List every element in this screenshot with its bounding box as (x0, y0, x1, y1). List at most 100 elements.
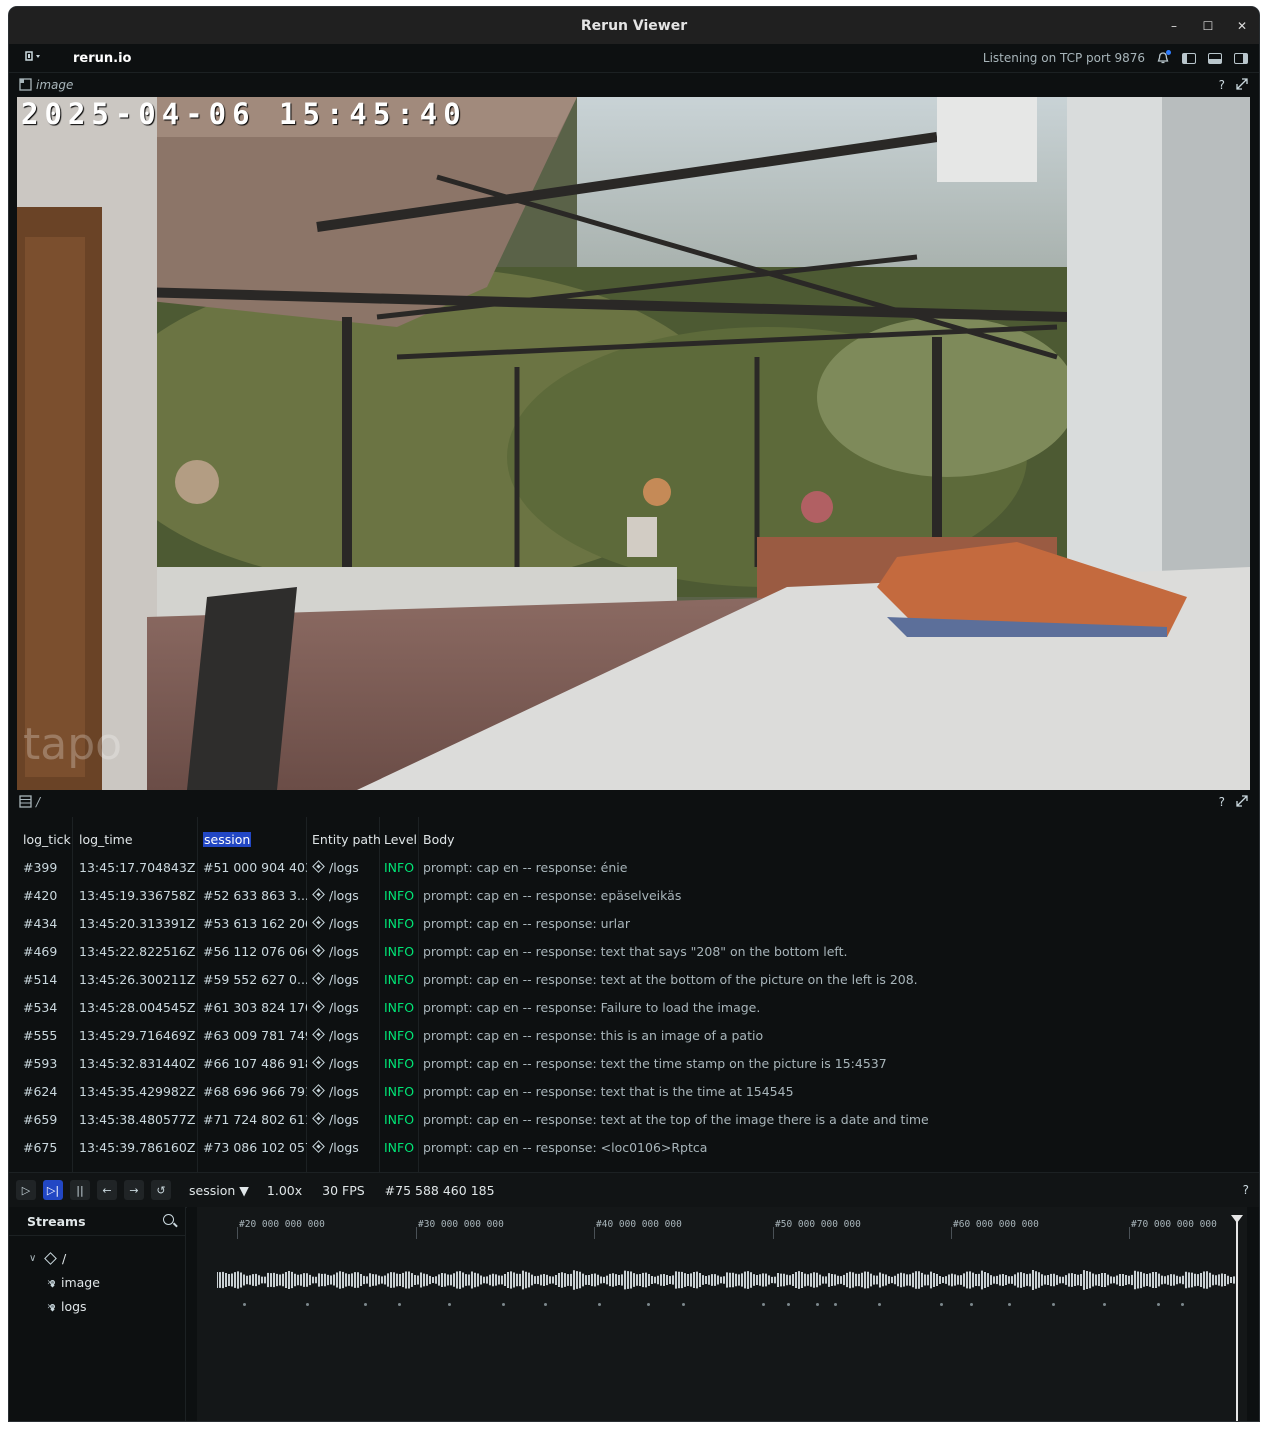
image-view-help-button[interactable]: ? (1219, 78, 1225, 92)
log-event-marker[interactable] (502, 1303, 505, 1306)
log-event-marker[interactable] (834, 1303, 837, 1306)
table-row[interactable]: #593 13:45:32.831440Z #66 107 486 918/logs… (19, 1049, 1249, 1077)
cell-entity-path[interactable]: /logs (312, 860, 384, 875)
tree-item-root[interactable]: ∨ / (29, 1251, 66, 1266)
table-row[interactable]: #420 13:45:19.336758Z #52 633 863 3... /log… (19, 881, 1249, 909)
timeline-canvas[interactable]: #20 000 000 000 #30 000 000 000 #40 000 00… (197, 1207, 1247, 1421)
rerun-menu-icon[interactable] (23, 49, 45, 67)
cell-entity-path[interactable]: /logs (312, 1084, 384, 1099)
log-event-marker[interactable] (1052, 1303, 1055, 1306)
cell-entity-path[interactable]: /logs (312, 1028, 384, 1043)
logs-view-help-button[interactable]: ? (1219, 795, 1225, 809)
camera-image[interactable]: 2025-04-06 15:45:40 tapo (17, 97, 1250, 790)
cell-entity-path[interactable]: /logs (312, 916, 384, 931)
log-event-marker[interactable] (243, 1303, 246, 1306)
cell-log-time: 13:45:28.004545Z (79, 999, 196, 1015)
play-button[interactable]: ▷ (16, 1180, 36, 1200)
step-back-button[interactable]: ← (97, 1180, 117, 1200)
image-view-title[interactable]: image (36, 78, 73, 92)
timeline-selector[interactable]: session ▼ (189, 1183, 249, 1198)
log-event-marker[interactable] (544, 1303, 547, 1306)
log-event-marker[interactable] (398, 1303, 401, 1306)
cell-entity-path[interactable]: /logs (312, 1056, 384, 1071)
cell-entity-path[interactable]: /logs (312, 1140, 384, 1155)
table-row[interactable]: #624 13:45:35.429982Z #68 696 966 791/logs… (19, 1077, 1249, 1105)
cell-session: #68 696 966 791 (203, 1083, 307, 1099)
log-event-marker[interactable] (1103, 1303, 1106, 1306)
table-row[interactable]: #434 13:45:20.313391Z #53 613 162 206/logs… (19, 909, 1249, 937)
playback-speed[interactable]: 1.00x (267, 1183, 302, 1198)
log-event-marker[interactable] (1008, 1303, 1011, 1306)
toggle-left-panel-icon[interactable] (1181, 50, 1197, 66)
log-event-marker[interactable] (598, 1303, 601, 1306)
loop-button[interactable]: ↺ (151, 1180, 171, 1200)
cell-entity-path[interactable]: /logs (312, 944, 384, 959)
logs-data-density[interactable] (197, 1303, 1247, 1307)
log-event-marker[interactable] (787, 1303, 790, 1306)
log-event-marker[interactable] (647, 1303, 650, 1306)
cell-entity-path[interactable]: /logs (312, 1112, 384, 1127)
column-header-session[interactable]: session (203, 831, 307, 847)
column-header-entity-path[interactable]: Entity path (312, 832, 384, 847)
follow-button[interactable]: ▷| (43, 1180, 63, 1200)
tree-item-image[interactable]: › image (47, 1275, 100, 1290)
column-header-body[interactable]: Body (423, 832, 1243, 847)
cell-entity-path[interactable]: /logs (312, 972, 384, 987)
log-event-marker[interactable] (682, 1303, 685, 1306)
table-row[interactable]: #469 13:45:22.822516Z #56 112 076 060/logs… (19, 937, 1249, 965)
log-event-marker[interactable] (762, 1303, 765, 1306)
search-icon[interactable] (163, 1214, 174, 1225)
chevron-down-icon: ▼ (239, 1182, 249, 1198)
table-row[interactable]: #534 13:45:28.004545Z #61 303 824 170/logs… (19, 993, 1249, 1021)
entity-path-text: /logs (329, 915, 359, 931)
entity-path-text: /logs (329, 943, 359, 959)
table-row[interactable]: #675 13:45:39.786160Z #73 086 102 057/logs… (19, 1133, 1249, 1161)
fps-selector[interactable]: 30 FPS (322, 1183, 365, 1198)
cell-entity-path[interactable]: /logs (312, 888, 384, 903)
chevron-down-icon[interactable]: ∨ (29, 1253, 43, 1264)
entity-path-text: /logs (329, 859, 359, 875)
log-event-marker[interactable] (306, 1303, 309, 1306)
column-header-log-tick[interactable]: log_tick (23, 832, 73, 847)
app-name-link[interactable]: rerun.io (73, 51, 131, 66)
timeline-tick-line (951, 1227, 952, 1239)
table-row[interactable]: #659 13:45:38.480577Z #71 724 802 611/logs… (19, 1105, 1249, 1133)
image-data-density[interactable] (217, 1269, 1237, 1291)
log-event-marker[interactable] (816, 1303, 819, 1306)
maximize-button[interactable]: ☐ (1199, 19, 1217, 33)
minimize-button[interactable]: – (1165, 19, 1183, 33)
log-event-marker[interactable] (878, 1303, 881, 1306)
log-event-marker[interactable] (448, 1303, 451, 1306)
column-header-level[interactable]: Level (384, 832, 420, 847)
table-row[interactable]: #555 13:45:29.716469Z #63 009 781 749/logs… (19, 1021, 1249, 1049)
log-event-marker[interactable] (1157, 1303, 1160, 1306)
step-forward-button[interactable]: → (124, 1180, 144, 1200)
table-row[interactable]: #399 13:45:17.704843Z #51 000 904 403/logs… (19, 853, 1249, 881)
log-event-marker[interactable] (970, 1303, 973, 1306)
close-button[interactable]: ✕ (1233, 19, 1251, 33)
log-event-marker[interactable] (1181, 1303, 1184, 1306)
maximize-view-icon[interactable] (1235, 77, 1249, 94)
entity-path-text: /logs (329, 1111, 359, 1127)
toggle-right-panel-icon[interactable] (1233, 50, 1249, 66)
current-time-field[interactable]: #75 588 460 185 (385, 1183, 495, 1198)
cell-log-time: 13:45:22.822516Z (79, 943, 196, 959)
column-header-log-time[interactable]: log_time (79, 832, 199, 847)
pause-button[interactable]: || (70, 1180, 90, 1200)
cell-level: INFO (384, 943, 415, 959)
toggle-bottom-panel-icon[interactable] (1207, 50, 1223, 66)
cell-entity-path[interactable]: /logs (312, 1000, 384, 1015)
time-cursor[interactable] (1231, 1215, 1243, 1421)
logs-view-title[interactable]: / (36, 795, 40, 809)
time-panel-help-button[interactable]: ? (1243, 1183, 1249, 1197)
entity-path-text: /logs (329, 1083, 359, 1099)
cell-session: #51 000 904 403 (203, 859, 307, 875)
timeline-area[interactable]: #20 000 000 000 #30 000 000 000 #40 000 00… (187, 1207, 1259, 1421)
table-row[interactable]: #514 13:45:26.300211Z #59 552 627 0... /log… (19, 965, 1249, 993)
tree-item-logs[interactable]: › logs (47, 1299, 87, 1314)
maximize-logs-view-icon[interactable] (1235, 794, 1249, 811)
entity-icon (312, 971, 325, 985)
log-event-marker[interactable] (940, 1303, 943, 1306)
log-event-marker[interactable] (364, 1303, 367, 1306)
notifications-bell-icon[interactable] (1155, 50, 1171, 66)
